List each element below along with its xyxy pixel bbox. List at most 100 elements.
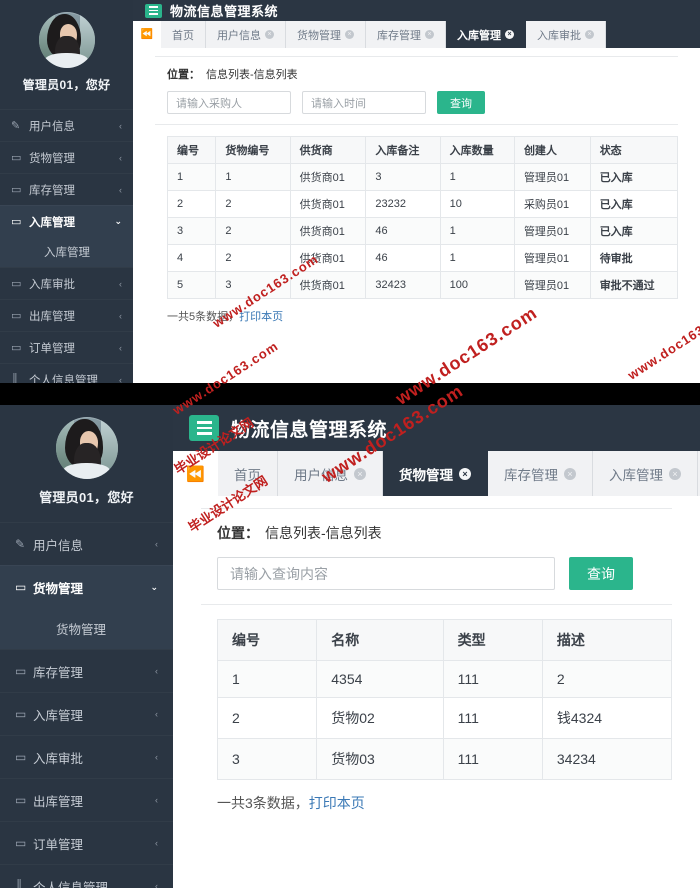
print-page-link[interactable]: 打印本页 — [309, 795, 365, 811]
table-cell: 2 — [541, 660, 673, 698]
table-row[interactable]: 3 货物03 111 34234 — [216, 738, 673, 780]
sidebar-submenu-item[interactable]: 入库管理 — [0, 237, 133, 267]
table-cell: 供货商01 — [289, 190, 367, 218]
tab-5[interactable]: 入库审批 × — [526, 21, 606, 48]
sidebar-item-5[interactable]: ▭ 出库管理 ‹ — [0, 299, 133, 331]
sidebar-item-4[interactable]: ▭ 入库审批 ‹ — [0, 735, 173, 778]
close-icon[interactable]: × — [564, 467, 576, 480]
table-cell: 供货商01 — [289, 163, 367, 191]
close-icon[interactable]: × — [585, 30, 594, 39]
user-profile-block: 管理员01，您好 — [0, 0, 133, 103]
column-header: 供货商 — [289, 136, 367, 164]
tab-3[interactable]: 库存管理 × — [366, 21, 446, 48]
tab-label: 首页 — [234, 467, 261, 483]
tab-4[interactable]: 入库管理 × — [446, 21, 526, 48]
tab-2[interactable]: 货物管理 × — [383, 451, 488, 496]
sidebar-item-label: 入库审批 — [33, 751, 84, 766]
sidebar-item-6[interactable]: ▭ 订单管理 ‹ — [0, 331, 133, 363]
monitor-icon: ▭ — [11, 184, 22, 196]
sidebar-item-2[interactable]: ▭ 库存管理 ‹ — [0, 649, 173, 692]
table-cell: 货物03 — [316, 738, 444, 780]
column-header: 名称 — [316, 619, 444, 661]
table-cell: 46 — [365, 217, 441, 245]
sidebar-item-3[interactable]: ▭ 入库管理 ⌄ — [0, 205, 133, 237]
sidebar-item-4[interactable]: ▭ 入库审批 ‹ — [0, 267, 133, 299]
tabbar-bottom: ⏪ 首页用户信息×货物管理×库存管理×入库管理×入库审批× — [173, 451, 700, 496]
avatar — [38, 12, 95, 68]
sidebar-item-0[interactable]: ✎ 用户信息 ‹ — [0, 522, 173, 565]
close-icon[interactable]: × — [505, 30, 514, 39]
table-header-row: 编号 货物编号 供货商 入库备注 入库数量 创建人 状态 — [166, 136, 679, 164]
sidebar-item-7[interactable]: ║ 个人信息管理 ‹ — [0, 864, 173, 888]
monitor-icon: ▭ — [11, 310, 22, 322]
double-chevron-left-icon[interactable]: ⏪ — [133, 21, 161, 48]
column-header: 描述 — [541, 619, 673, 661]
table-row[interactable]: 5 3 供货商01 32423 100 管理员01 审批不通过 — [166, 271, 679, 299]
close-icon[interactable]: × — [265, 30, 274, 39]
sidebar-submenu-item[interactable]: 货物管理 — [0, 608, 173, 649]
chevron-icon: ‹ — [155, 881, 158, 888]
table-row[interactable]: 3 2 供货商01 46 1 管理员01 已入库 — [166, 217, 679, 245]
close-icon[interactable]: × — [425, 30, 434, 39]
table-row[interactable]: 2 货物02 111 钱4324 — [216, 697, 673, 739]
sidebar-item-1[interactable]: ▭ 货物管理 ‹ — [0, 141, 133, 173]
tab-0[interactable]: 首页 — [161, 21, 206, 48]
breadcrumb-path: 信息列表-信息列表 — [206, 69, 298, 81]
sidebar-item-5[interactable]: ▭ 出库管理 ‹ — [0, 778, 173, 821]
search-input-buyer[interactable]: 请输入采购人 — [167, 91, 291, 114]
close-icon[interactable]: × — [669, 467, 681, 480]
hamburger-logo-icon[interactable] — [189, 415, 219, 441]
sidebar-item-label: 个人信息管理 — [33, 880, 109, 888]
double-chevron-left-icon[interactable]: ⏪ — [173, 451, 218, 496]
search-button[interactable]: 查询 — [437, 91, 485, 114]
breadcrumb-label: 位置： — [167, 69, 200, 81]
columns-icon: ║ — [11, 373, 19, 384]
table-row[interactable]: 2 2 供货商01 23232 10 采购员01 已入库 — [166, 190, 679, 218]
sidebar-item-label: 货物管理 — [29, 152, 75, 165]
sidebar-item-label: 库存管理 — [33, 665, 84, 680]
search-input-query[interactable]: 请输入查询内容 — [217, 557, 555, 590]
table-row[interactable]: 1 4354 111 2 — [216, 660, 673, 698]
sidebar-item-2[interactable]: ▭ 库存管理 ‹ — [0, 173, 133, 205]
table-cell: 1 — [439, 217, 515, 245]
monitor-icon: ▭ — [11, 152, 22, 164]
tab-1[interactable]: 用户信息 × — [206, 21, 286, 48]
tab-label: 货物管理 — [399, 467, 453, 483]
breadcrumb: 位置： 信息列表-信息列表 — [201, 509, 672, 557]
monitor-icon: ▭ — [15, 750, 27, 764]
record-count: 一共5条数据， — [167, 311, 240, 323]
monitor-icon: ▭ — [11, 278, 22, 290]
table-row[interactable]: 1 1 供货商01 3 1 管理员01 已入库 — [166, 163, 679, 191]
sidebar-item-1[interactable]: ▭ 货物管理 ⌄ — [0, 565, 173, 608]
tab-0[interactable]: 首页 — [218, 451, 278, 496]
chevron-icon: ‹ — [155, 539, 158, 549]
print-page-link[interactable]: 打印本页 — [239, 311, 283, 323]
search-input-time[interactable]: 请输入时间 — [302, 91, 426, 114]
table-row[interactable]: 4 2 供货商01 46 1 管理员01 待审批 — [166, 244, 679, 272]
status-badge: 审批不通过 — [589, 271, 679, 299]
close-icon[interactable]: × — [459, 467, 471, 480]
close-icon[interactable]: × — [354, 467, 366, 480]
close-icon[interactable]: × — [345, 30, 354, 39]
tab-2[interactable]: 货物管理 × — [286, 21, 366, 48]
tab-3[interactable]: 库存管理 × — [488, 451, 593, 496]
panel-separator — [0, 383, 700, 405]
chevron-icon: ‹ — [119, 184, 122, 195]
tabbar-top: ⏪ 首页 用户信息 × 货物管理 × 库存管理 × 入库管理 × 入库审批 × — [133, 21, 700, 48]
sidebar-item-6[interactable]: ▭ 订单管理 ‹ — [0, 821, 173, 864]
sidebar-item-7[interactable]: ║ 个人信息管理 ‹ — [0, 363, 133, 384]
table-cell: 1 — [216, 660, 318, 698]
app-title: 物流信息管理系统 — [231, 419, 388, 441]
table-cell: 管理员01 — [513, 271, 591, 299]
tab-1[interactable]: 用户信息 × — [278, 451, 383, 496]
sidebar-item-3[interactable]: ▭ 入库管理 ‹ — [0, 692, 173, 735]
search-button[interactable]: 查询 — [569, 557, 633, 590]
data-table-bottom: 编号 名称 类型 描述 1 4354 111 2 2 货物02 111 钱4324 3 货物03 111 34… — [216, 619, 673, 780]
tab-label: 入库审批 — [537, 29, 581, 42]
table-cell: 1 — [215, 163, 291, 191]
tab-4[interactable]: 入库管理 × — [593, 451, 698, 496]
monitor-icon: ▭ — [15, 793, 27, 807]
hamburger-logo-icon[interactable] — [145, 3, 162, 18]
monitor-icon: ▭ — [11, 216, 22, 228]
sidebar-item-0[interactable]: ✎ 用户信息 ‹ — [0, 109, 133, 141]
